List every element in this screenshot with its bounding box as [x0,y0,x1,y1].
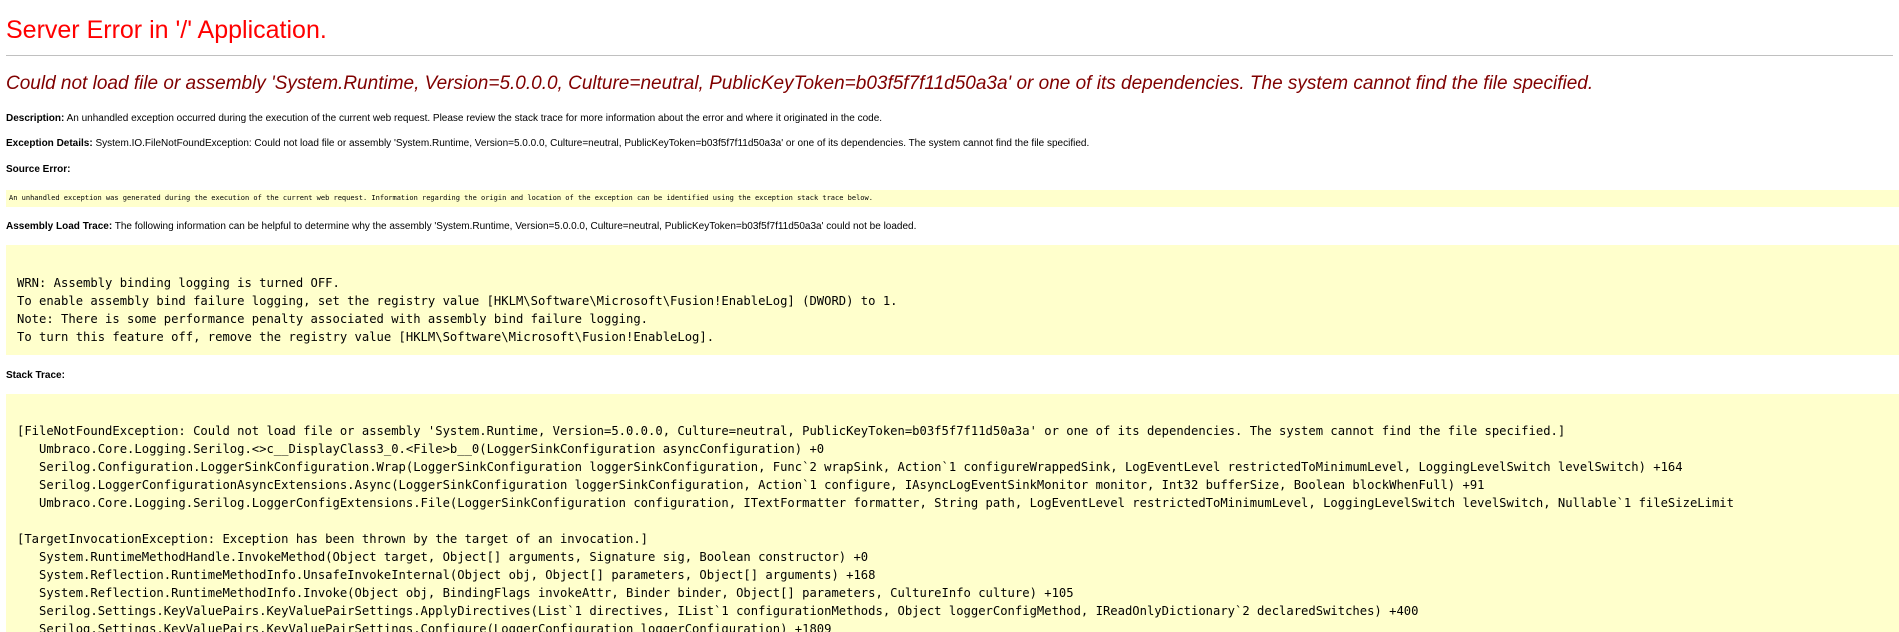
assembly-load-trace-row: Assembly Load Trace: The following infor… [6,220,916,234]
stack-line: System.RuntimeMethodHandle.InvokeMethod(… [17,550,869,564]
code-line: Note: There is some performance penalty … [17,312,649,326]
stack-trace-label: Stack Trace: [6,370,65,381]
code-line: To turn this feature off, remove the reg… [17,330,715,344]
description-row: Description: An unhandled exception occu… [6,112,882,126]
assembly-load-trace-label: Assembly Load Trace: [6,221,113,232]
stack-line: [FileNotFoundException: Could not load f… [17,424,1566,438]
stack-trace-code: [FileNotFoundException: Could not load f… [17,422,1734,632]
assembly-load-trace-box: WRN: Assembly binding logging is turned … [6,245,1899,355]
exception-details-row: Exception Details: System.IO.FileNotFoun… [6,137,1089,151]
page-title: Server Error in '/' Application. [6,16,327,44]
source-error-row: Source Error: [6,163,70,177]
stack-line: Serilog.Configuration.LoggerSinkConfigur… [17,460,1683,474]
code-line: To enable assembly bind failure logging,… [17,294,898,308]
assembly-load-trace-code: WRN: Assembly binding logging is turned … [17,274,898,346]
assembly-load-trace-text: The following information can be helpful… [112,221,917,232]
description-label: Description: [6,113,65,124]
stack-line: System.Reflection.RuntimeMethodInfo.Invo… [17,586,1074,600]
stack-trace-row: Stack Trace: [6,369,65,383]
exception-details-label: Exception Details: [6,138,93,149]
title-divider [6,55,1893,56]
stack-line: Umbraco.Core.Logging.Serilog.LoggerConfi… [17,496,1734,510]
code-line: WRN: Assembly binding logging is turned … [17,276,340,290]
stack-line: Serilog.Settings.KeyValuePairs.KeyValueP… [17,622,832,632]
exception-details-text: System.IO.FileNotFoundException: Could n… [92,138,1090,149]
stack-line: Serilog.LoggerConfigurationAsyncExtensio… [17,478,1485,492]
source-error-box: An unhandled exception was generated dur… [6,190,1899,207]
stack-line: System.Reflection.RuntimeMethodInfo.Unsa… [17,568,876,582]
stack-line: [TargetInvocationException: Exception ha… [17,532,649,546]
description-text: An unhandled exception occurred during t… [64,113,883,124]
error-page: Server Error in '/' Application. Could n… [6,0,1899,632]
stack-line: Umbraco.Core.Logging.Serilog.<>c__Displa… [17,442,825,456]
stack-trace-box: [FileNotFoundException: Could not load f… [6,394,1899,632]
stack-line: Serilog.Settings.KeyValuePairs.KeyValueP… [17,604,1419,618]
source-error-label: Source Error: [6,164,71,175]
source-error-text: An unhandled exception was generated dur… [9,194,873,202]
error-message: Could not load file or assembly 'System.… [6,73,1594,94]
